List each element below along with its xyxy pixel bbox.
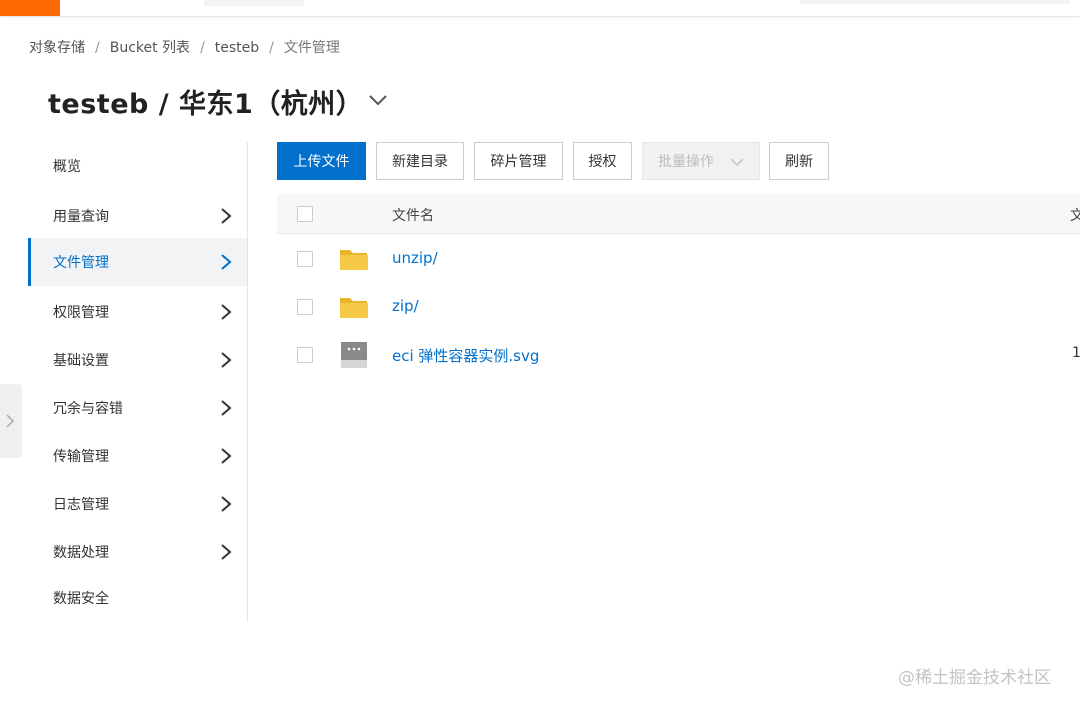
chevron-down-icon[interactable] xyxy=(366,88,390,112)
row-checkbox[interactable] xyxy=(297,251,313,267)
column-header-next[interactable]: 文 xyxy=(1070,205,1080,225)
breadcrumb-separator: / xyxy=(269,40,274,56)
breadcrumb-item-current: 文件管理 xyxy=(283,40,340,56)
breadcrumb-separator: / xyxy=(200,40,205,56)
table-header: 文件名 文 xyxy=(277,194,1080,234)
chevron-right-icon xyxy=(221,496,232,512)
table-row: eci 弹性容器实例.svg 1 xyxy=(277,331,1080,379)
sidebar-item-basic-settings[interactable]: 基础设置 xyxy=(28,336,247,384)
select-all-checkbox[interactable] xyxy=(297,206,313,222)
fragment-management-button[interactable]: 碎片管理 xyxy=(474,142,563,180)
breadcrumb-item-bucket-list[interactable]: Bucket 列表 xyxy=(110,37,190,57)
chevron-right-icon xyxy=(6,414,15,428)
file-name-link[interactable]: unzip/ xyxy=(392,249,438,267)
chevron-right-icon xyxy=(221,254,232,270)
watermark: @稀土掘金技术社区 xyxy=(898,668,1051,688)
refresh-button[interactable]: 刷新 xyxy=(769,142,829,180)
sidebar-item-data-security[interactable]: 数据安全 xyxy=(28,574,247,622)
batch-operation-label: 批量操作 xyxy=(658,154,714,170)
new-directory-button[interactable]: 新建目录 xyxy=(376,142,464,180)
sidebar-item-usage[interactable]: 用量查询 xyxy=(28,192,247,240)
chevron-right-icon xyxy=(221,400,232,416)
top-navigation-bar xyxy=(0,0,1080,17)
chevron-down-icon xyxy=(730,158,744,167)
sidebar-item-data-processing[interactable]: 数据处理 xyxy=(28,528,247,576)
sidebar-item-permissions[interactable]: 权限管理 xyxy=(28,288,247,336)
folder-icon xyxy=(340,298,368,318)
breadcrumb: 对象存储 / Bucket 列表 / testeb / 文件管理 xyxy=(29,37,340,57)
page-title: testeb / 华东1（杭州） xyxy=(48,89,364,120)
table-row: unzip/ xyxy=(277,235,1080,283)
table-row: zip/ xyxy=(277,283,1080,331)
breadcrumb-item-oss[interactable]: 对象存储 xyxy=(29,37,85,57)
chevron-right-icon xyxy=(221,352,232,368)
batch-operation-dropdown[interactable]: 批量操作 xyxy=(642,142,760,180)
file-size: 1 xyxy=(1072,345,1080,361)
file-name-link[interactable]: zip/ xyxy=(392,297,419,315)
file-name-link[interactable]: eci 弹性容器实例.svg xyxy=(392,345,539,366)
chevron-right-icon xyxy=(221,544,232,560)
file-icon xyxy=(341,342,367,368)
sidebar-item-label: 文件管理 xyxy=(53,255,109,271)
sidebar-item-transfer[interactable]: 传输管理 xyxy=(28,432,247,480)
chevron-right-icon xyxy=(221,448,232,464)
breadcrumb-item-bucket[interactable]: testeb xyxy=(215,40,259,56)
breadcrumb-separator: / xyxy=(95,40,100,56)
sidebar-item-redundancy[interactable]: 冗余与容错 xyxy=(28,384,247,432)
authorize-button[interactable]: 授权 xyxy=(573,142,632,180)
sidebar-item-label: 权限管理 xyxy=(53,305,109,321)
sidebar-item-label: 用量查询 xyxy=(53,209,109,225)
sidebar-item-overview[interactable]: 概览 xyxy=(28,142,247,190)
sidebar: 概览 用量查询 文件管理 权限管理 基础设置 冗余与容错 传输管理 日志管理 数… xyxy=(28,142,248,622)
sidebar-item-label: 概览 xyxy=(53,159,81,175)
sidebar-item-logs[interactable]: 日志管理 xyxy=(28,480,247,528)
chevron-right-icon xyxy=(221,304,232,320)
sidebar-item-label: 基础设置 xyxy=(53,353,109,369)
top-search-box[interactable] xyxy=(800,0,1070,4)
chevron-right-icon xyxy=(221,208,232,224)
row-checkbox[interactable] xyxy=(297,299,313,315)
sidebar-collapse-handle[interactable] xyxy=(0,384,22,458)
sidebar-item-label: 数据处理 xyxy=(53,545,109,561)
top-nav-tab[interactable] xyxy=(204,0,304,6)
sidebar-item-label: 传输管理 xyxy=(53,449,109,465)
sidebar-item-file-management[interactable]: 文件管理 xyxy=(28,238,247,286)
sidebar-item-label: 数据安全 xyxy=(53,591,109,607)
sidebar-item-label: 日志管理 xyxy=(53,497,109,513)
upload-file-button[interactable]: 上传文件 xyxy=(277,142,366,180)
folder-icon xyxy=(340,250,368,270)
sidebar-item-label: 冗余与容错 xyxy=(53,401,123,417)
column-header-filename[interactable]: 文件名 xyxy=(392,205,434,225)
console-logo[interactable] xyxy=(0,0,60,16)
row-checkbox[interactable] xyxy=(297,347,313,363)
